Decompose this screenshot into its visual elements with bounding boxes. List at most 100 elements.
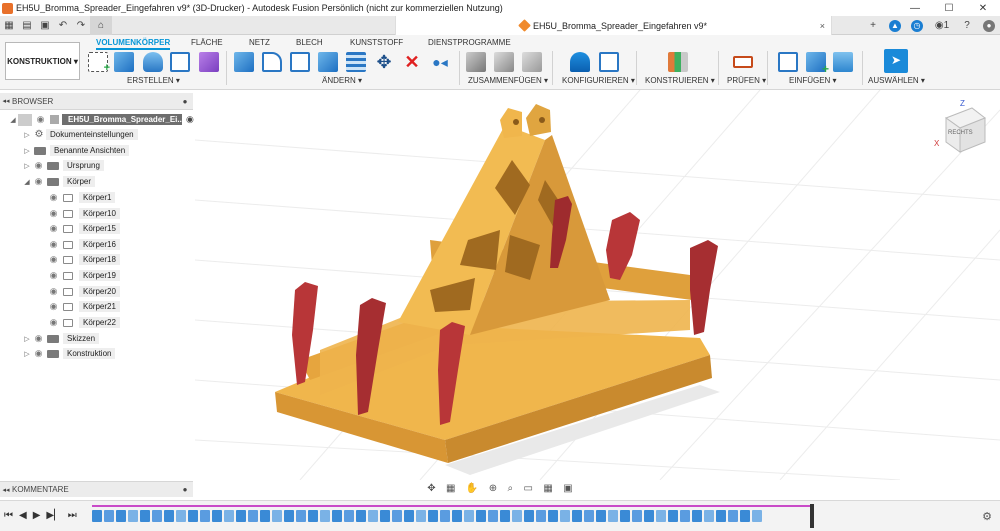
- timeline-feature-icon[interactable]: [356, 510, 366, 522]
- timeline-feature-icon[interactable]: [512, 510, 522, 522]
- display-settings-icon[interactable]: ▭: [524, 483, 533, 494]
- list-item[interactable]: ◉ Körper10: [47, 206, 120, 221]
- timeline-feature-icon[interactable]: [584, 510, 594, 522]
- user-avatar[interactable]: ●: [978, 19, 1000, 32]
- timeline-feature-icon[interactable]: [560, 510, 570, 522]
- browser-item-document-settings[interactable]: ▷ ⚙ Dokumenteinstellungen: [22, 127, 138, 142]
- list-item[interactable]: ◉ Körper19: [47, 268, 120, 283]
- visibility-eye-icon[interactable]: ◉: [47, 301, 60, 312]
- group-konfigurieren[interactable]: KONFIGURIEREN ▾: [562, 76, 635, 85]
- create-sketch-icon[interactable]: +: [88, 52, 110, 74]
- active-radio-icon[interactable]: ◉: [186, 114, 194, 125]
- timeline-feature-icon[interactable]: [452, 510, 462, 522]
- play-icon[interactable]: ▶: [33, 510, 41, 521]
- home-icon[interactable]: ⌂: [90, 15, 112, 35]
- browser-item-origin[interactable]: ▷ ◉ Ursprung: [22, 158, 104, 173]
- go-to-start-icon[interactable]: ⏮: [4, 510, 13, 521]
- timeline-feature-icon[interactable]: [716, 510, 726, 522]
- tab-netz[interactable]: NETZ: [249, 38, 270, 47]
- collapse-browser-icon[interactable]: ◂◂: [0, 97, 12, 105]
- browser-root-item[interactable]: ◢ ◉ EH5U_Bromma_Spreader_Ei... ◉: [8, 112, 194, 127]
- timeline-feature-icon[interactable]: [656, 510, 666, 522]
- visibility-eye-icon[interactable]: ◉: [32, 160, 45, 171]
- expand-icon[interactable]: ▷: [22, 147, 32, 155]
- timeline-feature-icon[interactable]: [116, 510, 126, 522]
- collapse-comments-icon[interactable]: ◂◂: [0, 486, 12, 494]
- go-to-end-icon[interactable]: ⏭: [68, 510, 77, 521]
- select-icon[interactable]: ➤: [884, 49, 908, 73]
- timeline-feature-icon[interactable]: [692, 510, 702, 522]
- insert-mesh-icon[interactable]: +: [806, 52, 829, 76]
- timeline-feature-icon[interactable]: [260, 510, 270, 522]
- split-body-icon[interactable]: [346, 52, 366, 72]
- timeline-feature-icon[interactable]: [320, 510, 330, 522]
- change-parameters-icon[interactable]: [570, 52, 590, 72]
- workspace-selector[interactable]: KONSTRUKTION ▾: [5, 42, 80, 80]
- notifications-icon[interactable]: ◉1: [928, 20, 956, 31]
- job-status-icon[interactable]: ◷: [906, 19, 928, 32]
- timeline-feature-icon[interactable]: [176, 510, 186, 522]
- timeline-feature-icon[interactable]: [380, 510, 390, 522]
- timeline-feature-icon[interactable]: [104, 510, 114, 522]
- timeline-feature-icon[interactable]: [728, 510, 738, 522]
- browser-item-construction[interactable]: ▷ ◉ Konstruktion: [22, 346, 116, 361]
- offset-plane-icon[interactable]: [668, 52, 688, 72]
- timeline-feature-icon[interactable]: [404, 510, 414, 522]
- list-item[interactable]: ◉ Körper22: [47, 315, 120, 330]
- timeline-feature-icon[interactable]: [572, 510, 582, 522]
- timeline-feature-icon[interactable]: [536, 510, 546, 522]
- fillet-icon[interactable]: [262, 52, 282, 72]
- shell-icon[interactable]: [290, 52, 310, 72]
- timeline-feature-icon[interactable]: [332, 510, 342, 522]
- timeline-feature-icon[interactable]: [128, 510, 138, 522]
- comments-panel-header[interactable]: ◂◂ KOMMENTARE ●: [0, 481, 193, 497]
- visibility-eye-icon[interactable]: ◉: [47, 192, 60, 203]
- timeline-feature-icon[interactable]: [752, 510, 762, 522]
- timeline-feature-icon[interactable]: [644, 510, 654, 522]
- combine-icon[interactable]: [318, 52, 338, 72]
- zoom-icon[interactable]: ⊕: [489, 483, 497, 494]
- expand-icon[interactable]: ▷: [22, 162, 32, 170]
- viewports-icon[interactable]: ▣: [563, 483, 572, 494]
- 3d-viewport[interactable]: RECHTS Z X: [195, 90, 1000, 480]
- timeline-feature-icon[interactable]: [296, 510, 306, 522]
- close-tab-button[interactable]: ×: [820, 21, 825, 31]
- form-icon[interactable]: [199, 52, 219, 72]
- timeline-feature-icon[interactable]: [224, 510, 234, 522]
- timeline-feature-icon[interactable]: [200, 510, 210, 522]
- group-auswaehlen[interactable]: AUSWÄHLEN ▾: [868, 76, 925, 85]
- list-item[interactable]: ◉ Körper21: [47, 299, 120, 314]
- list-item[interactable]: ◉ Körper15: [47, 221, 120, 236]
- extensions-icon[interactable]: ▲: [884, 19, 906, 32]
- extrude-icon[interactable]: [114, 52, 134, 72]
- timeline-feature-icon[interactable]: [704, 510, 714, 522]
- comments-pin-icon[interactable]: ●: [177, 485, 193, 494]
- as-built-joint-icon[interactable]: [522, 52, 542, 72]
- tab-document[interactable]: EH5U_Bromma_Spreader_Eingefahren v9* ×: [395, 16, 832, 35]
- timeline-feature-icon[interactable]: [212, 510, 222, 522]
- save-icon[interactable]: ▣: [36, 16, 54, 35]
- measure-icon[interactable]: [733, 56, 753, 68]
- visibility-eye-icon[interactable]: ◉: [34, 114, 47, 125]
- undo-icon[interactable]: ↶: [54, 16, 72, 35]
- list-item[interactable]: ◉ Körper1: [47, 190, 116, 205]
- visibility-eye-icon[interactable]: ◉: [47, 286, 60, 297]
- redo-icon[interactable]: ↷: [72, 16, 90, 35]
- app-grid-icon[interactable]: ▦: [0, 16, 18, 35]
- press-pull-icon[interactable]: [234, 52, 254, 72]
- step-forward-icon[interactable]: ▶▏: [46, 510, 61, 521]
- timeline-feature-icon[interactable]: [524, 510, 534, 522]
- delete-icon[interactable]: ✕: [402, 52, 422, 72]
- browser-item-named-views[interactable]: ▷ Benannte Ansichten: [22, 143, 130, 158]
- timeline-marker[interactable]: [810, 504, 814, 528]
- insert-canvas-icon[interactable]: [833, 52, 853, 72]
- group-erstellen[interactable]: ERSTELLEN ▾: [127, 76, 180, 85]
- timeline-feature-icon[interactable]: [368, 510, 378, 522]
- move-copy-icon[interactable]: ✥: [374, 52, 394, 72]
- browser-pin-icon[interactable]: ●: [177, 97, 193, 106]
- configure-table-icon[interactable]: [599, 52, 619, 72]
- joint-icon[interactable]: [494, 52, 514, 72]
- group-konstruieren[interactable]: KONSTRUIEREN ▾: [645, 76, 715, 85]
- timeline-feature-icon[interactable]: [284, 510, 294, 522]
- align-icon[interactable]: ●◂: [430, 52, 450, 72]
